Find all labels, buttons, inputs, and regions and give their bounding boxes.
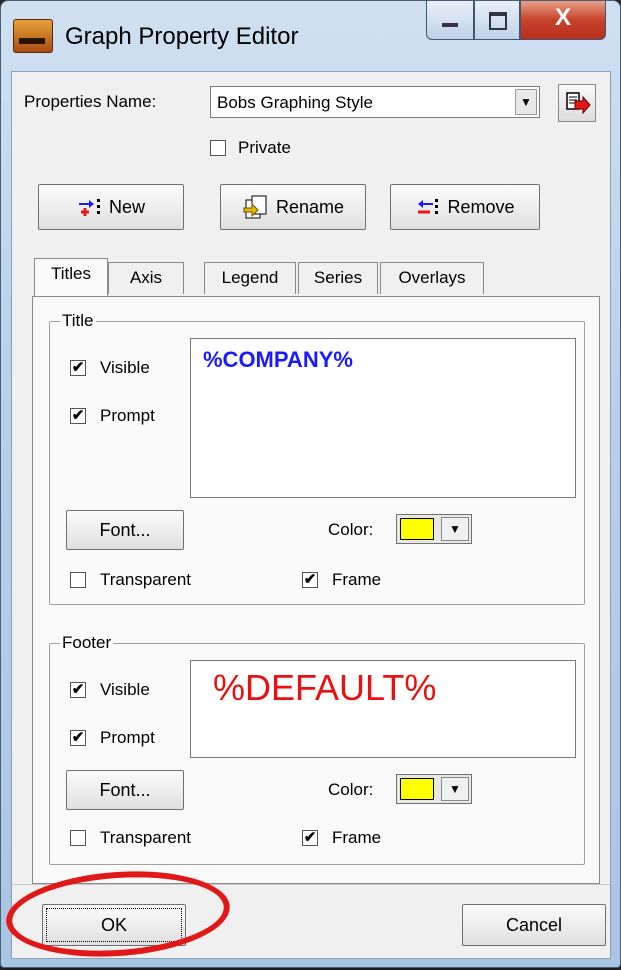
title-group-label: Title: [60, 311, 96, 331]
color-dropdown-arrow-icon[interactable]: ▼: [441, 517, 469, 541]
bottom-separator: [12, 884, 610, 885]
maximize-button[interactable]: [474, 1, 520, 40]
footer-frame-checkbox[interactable]: ✔: [302, 830, 318, 846]
footer-group-label: Footer: [60, 633, 114, 653]
footer-color-label: Color:: [328, 780, 374, 799]
footer-color-picker[interactable]: ▼: [396, 774, 472, 804]
title-color-picker[interactable]: ▼: [396, 514, 472, 544]
title-color-label: Color:: [328, 520, 374, 539]
new-button-label: New: [108, 196, 145, 217]
new-icon: [78, 199, 100, 216]
window-title: Graph Property Editor: [65, 23, 299, 50]
tab-titles[interactable]: Titles: [34, 258, 108, 296]
caption-buttons: X: [426, 1, 606, 41]
cancel-button[interactable]: Cancel: [462, 904, 606, 946]
footer-text-input[interactable]: %DEFAULT%: [190, 660, 576, 758]
footer-visible-checkbox[interactable]: ✔: [70, 682, 86, 698]
title-group: Title ✔ Visible ✔ Prompt %COMPANY% Font.…: [49, 311, 585, 605]
export-button[interactable]: [558, 84, 596, 122]
title-color-swatch: [400, 518, 434, 540]
tab-legend[interactable]: Legend: [204, 262, 296, 294]
properties-name-value: Bobs Graphing Style: [217, 93, 373, 112]
footer-color-swatch: [400, 778, 434, 800]
title-frame-checkbox[interactable]: ✔: [302, 572, 318, 588]
remove-icon: [418, 199, 439, 214]
title-bar[interactable]: Graph Property Editor X: [1, 1, 620, 73]
remove-button-label: Remove: [447, 196, 515, 217]
title-visible-checkbox[interactable]: ✔: [70, 360, 86, 376]
color-dropdown-arrow-icon[interactable]: ▼: [441, 777, 469, 801]
rename-icon: [243, 195, 267, 219]
title-prompt-checkbox[interactable]: ✔: [70, 408, 86, 424]
footer-group: Footer ✔ Visible ✔ Prompt %DEFAULT% Font…: [49, 633, 585, 865]
private-label: Private: [238, 138, 291, 157]
title-frame-label: Frame: [332, 570, 382, 589]
minimize-button[interactable]: [426, 1, 474, 40]
properties-name-label: Properties Name:: [24, 92, 157, 111]
minimize-icon: [442, 23, 458, 27]
title-visible-label: Visible: [100, 358, 150, 377]
rename-button[interactable]: Rename: [220, 184, 366, 230]
maximize-icon: [489, 12, 507, 30]
title-prompt-label: Prompt: [100, 406, 155, 425]
title-transparent-checkbox[interactable]: [70, 572, 86, 588]
tab-overlays[interactable]: Overlays: [380, 262, 484, 294]
footer-visible-label: Visible: [100, 680, 150, 699]
footer-transparent-label: Transparent: [100, 828, 192, 847]
footer-prompt-checkbox[interactable]: ✔: [70, 730, 86, 746]
footer-prompt-label: Prompt: [100, 728, 155, 747]
app-icon: [13, 19, 53, 53]
dropdown-arrow-icon[interactable]: ▼: [515, 89, 537, 115]
rename-button-label: Rename: [275, 196, 345, 217]
title-text-input[interactable]: %COMPANY%: [190, 338, 576, 498]
title-font-button[interactable]: Font...: [66, 510, 184, 550]
properties-name-dropdown[interactable]: Bobs Graphing Style ▼: [210, 86, 540, 118]
close-button[interactable]: X: [520, 1, 606, 40]
close-icon: X: [554, 4, 571, 31]
private-checkbox[interactable]: [210, 140, 226, 156]
new-button[interactable]: New: [38, 184, 184, 230]
footer-font-button[interactable]: Font...: [66, 770, 184, 810]
dialog-client-area: Properties Name: Bobs Graphing Style ▼ P…: [3, 71, 611, 964]
title-transparent-label: Transparent: [100, 570, 192, 589]
titles-tab-panel: Title ✔ Visible ✔ Prompt %COMPANY% Font.…: [32, 296, 600, 884]
footer-transparent-checkbox[interactable]: [70, 830, 86, 846]
dialog-window: Graph Property Editor X Properties Name:…: [0, 0, 621, 968]
export-icon: [566, 92, 591, 115]
ok-button[interactable]: OK: [42, 904, 186, 946]
tab-axis[interactable]: Axis: [108, 262, 184, 294]
remove-button[interactable]: Remove: [390, 184, 540, 230]
footer-frame-label: Frame: [332, 828, 382, 847]
tab-series[interactable]: Series: [298, 262, 378, 294]
